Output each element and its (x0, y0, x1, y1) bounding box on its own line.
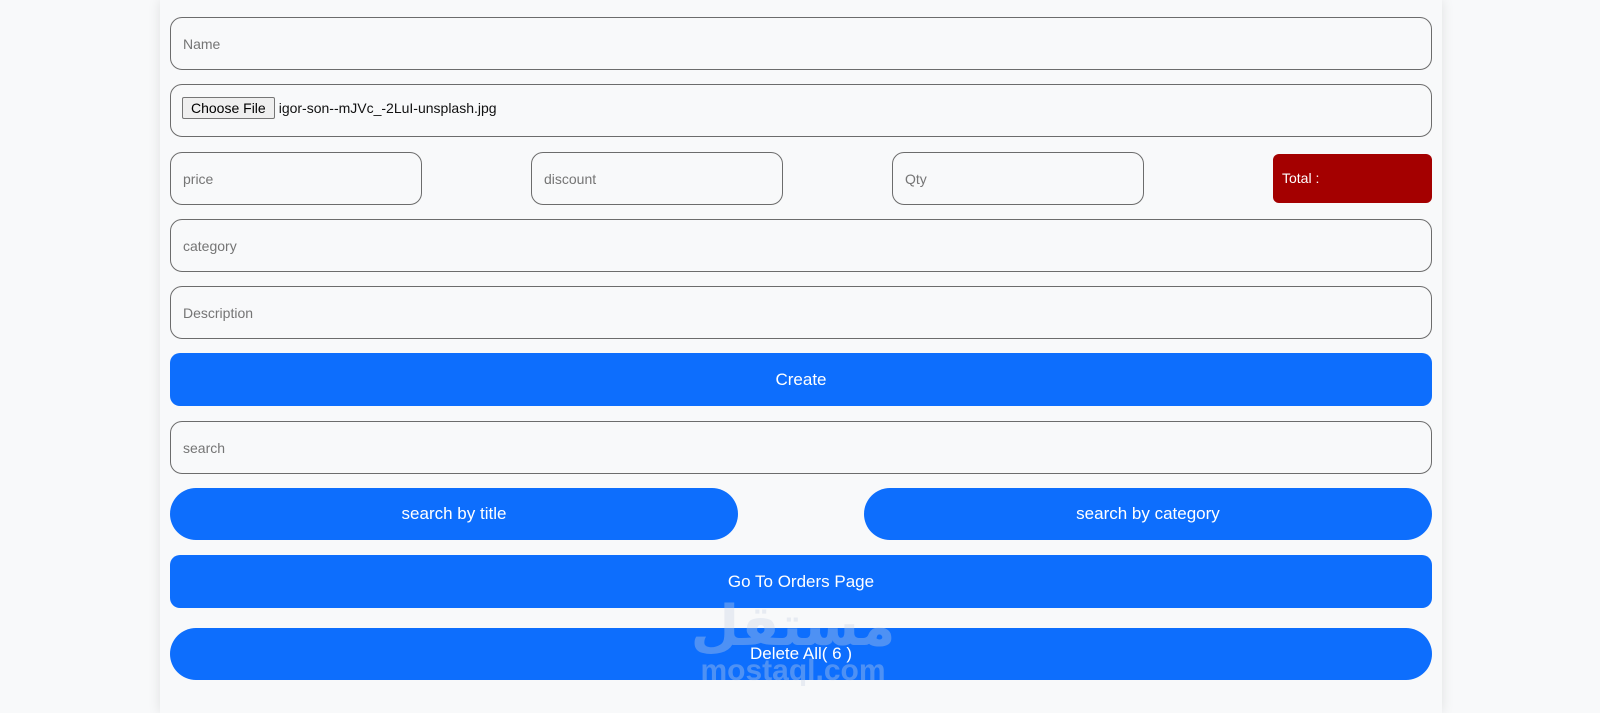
search-buttons-row: search by title search by category (170, 488, 1432, 540)
choose-file-button[interactable]: Choose File (182, 97, 275, 119)
category-input[interactable] (170, 219, 1432, 272)
name-input[interactable] (170, 17, 1432, 70)
category-row (170, 219, 1432, 272)
delete-all-button[interactable]: Delete All( 6 ) (170, 628, 1432, 680)
search-by-title-button[interactable]: search by title (170, 488, 738, 540)
create-button[interactable]: Create (170, 353, 1432, 406)
delete-row: Delete All( 6 ) (170, 628, 1432, 680)
description-input[interactable] (170, 286, 1432, 339)
discount-input[interactable] (531, 152, 783, 205)
price-input[interactable] (170, 152, 422, 205)
search-by-category-button[interactable]: search by category (864, 488, 1432, 540)
search-input[interactable] (170, 421, 1432, 474)
total-display: Total : (1273, 154, 1432, 203)
product-form-panel: Choose File igor-son--mJVc_-2LuI-unsplas… (160, 0, 1442, 713)
selected-file-name: igor-son--mJVc_-2LuI-unsplash.jpg (278, 100, 497, 116)
go-to-orders-button[interactable]: Go To Orders Page (170, 555, 1432, 608)
name-row (170, 17, 1432, 70)
file-row: Choose File igor-son--mJVc_-2LuI-unsplas… (170, 84, 1432, 137)
price-row: Total : (170, 152, 1432, 205)
qty-input[interactable] (892, 152, 1144, 205)
search-row (170, 421, 1432, 474)
create-row: Create (170, 353, 1432, 406)
description-row (170, 286, 1432, 339)
image-file-field[interactable]: Choose File igor-son--mJVc_-2LuI-unsplas… (170, 84, 1432, 137)
orders-row: Go To Orders Page (170, 555, 1432, 608)
